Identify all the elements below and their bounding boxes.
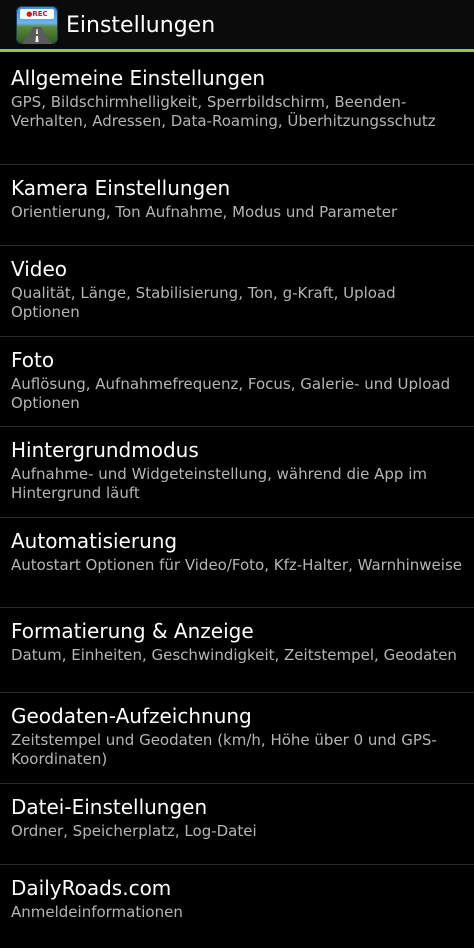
settings-item-title: Automatisierung [11,529,178,553]
settings-item-title: Geodaten-Aufzeichnung [11,704,252,728]
settings-item-title: Hintergrundmodus [11,438,199,462]
settings-item-summary: Aufnahme- und Widgeteinstellung, während… [11,465,428,502]
settings-item-title: Allgemeine Einstellungen [11,66,266,90]
settings-list: Allgemeine Einstellungen GPS, Bildschirm… [0,55,474,948]
app-icon[interactable]: ●REC [16,6,58,44]
settings-item-summary: Ordner, Speicherplatz, Log-Datei [11,822,257,840]
settings-item-automation[interactable]: Automatisierung Autostart Optionen für V… [0,518,474,608]
settings-item-file[interactable]: Datei-Einstellungen Ordner, Speicherplat… [0,784,474,865]
settings-item-summary: Zeitstempel und Geodaten (km/h, Höhe übe… [11,731,437,768]
settings-item-summary: Orientierung, Ton Aufnahme, Modus und Pa… [11,203,398,221]
settings-item-summary: GPS, Bildschirmhelligkeit, Sperrbildschi… [11,93,436,130]
settings-item-summary: Auflösung, Aufnahmefrequenz, Focus, Gale… [11,375,451,412]
settings-item-title: Foto [11,348,55,372]
settings-item-photo[interactable]: Foto Auflösung, Aufnahmefrequenz, Focus,… [0,337,474,427]
settings-item-dailyroads[interactable]: DailyRoads.com Anmeldeinformationen [0,865,474,948]
settings-item-summary: Anmeldeinformationen [11,903,183,921]
settings-item-background-mode[interactable]: Hintergrundmodus Aufnahme- und Widgetein… [0,427,474,518]
settings-item-title: Kamera Einstellungen [11,176,231,200]
road-icon [22,27,52,44]
settings-item-camera[interactable]: Kamera Einstellungen Orientierung, Ton A… [0,165,474,246]
settings-item-summary: Datum, Einheiten, Geschwindigkeit, Zeits… [11,646,457,664]
action-bar: ●REC Einstellungen [0,0,474,52]
settings-item-summary: Qualität, Länge, Stabilisierung, Ton, g-… [11,284,396,321]
settings-item-title: Formatierung & Anzeige [11,619,254,643]
settings-item-general[interactable]: Allgemeine Einstellungen GPS, Bildschirm… [0,55,474,165]
settings-item-formatting[interactable]: Formatierung & Anzeige Datum, Einheiten,… [0,608,474,693]
page-title: Einstellungen [66,13,216,38]
settings-item-title: Datei-Einstellungen [11,795,208,819]
settings-item-title: Video [11,257,68,281]
settings-item-geodata[interactable]: Geodaten-Aufzeichnung Zeitstempel und Ge… [0,693,474,784]
settings-item-video[interactable]: Video Qualität, Länge, Stabilisierung, T… [0,246,474,337]
settings-item-summary: Autostart Optionen für Video/Foto, Kfz-H… [11,556,462,574]
settings-item-title: DailyRoads.com [11,876,172,900]
